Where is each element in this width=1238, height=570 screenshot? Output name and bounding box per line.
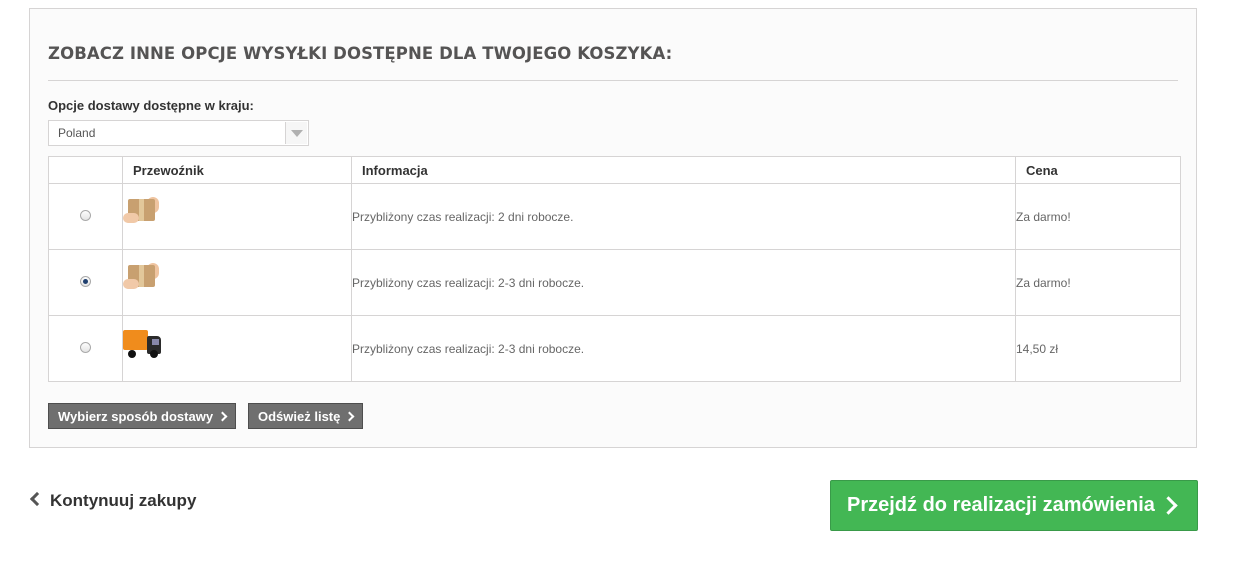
shipping-options-panel: ZOBACZ INNE OPCJE WYSYŁKI DOSTĘPNE DLA T… <box>29 8 1197 448</box>
refresh-list-button[interactable]: Odśwież listę <box>248 403 364 429</box>
carrier-radio-cell[interactable] <box>48 249 123 316</box>
header-info: Informacja <box>351 156 1016 184</box>
carrier-info: Przybliżony czas realizacji: 2 dni roboc… <box>351 183 1016 250</box>
header-carrier: Przewoźnik <box>122 156 352 184</box>
carrier-info: Przybliżony czas realizacji: 2-3 dni rob… <box>351 315 1016 382</box>
table-row[interactable]: Przybliżony czas realizacji: 2 dni roboc… <box>48 183 1181 250</box>
carrier-info: Przybliżony czas realizacji: 2-3 dni rob… <box>351 249 1016 316</box>
dropdown-toggle[interactable] <box>285 122 307 144</box>
carrier-logo-cell <box>122 315 352 382</box>
title-divider <box>48 80 1178 81</box>
carrier-radio-2[interactable] <box>80 275 91 287</box>
package-in-hands-icon <box>123 261 161 297</box>
checkout-button[interactable]: Przejdź do realizacji zamówienia <box>830 480 1198 531</box>
carrier-logo-cell <box>122 183 352 250</box>
choose-shipping-button[interactable]: Wybierz sposób dostawy <box>48 403 237 429</box>
table-row[interactable]: Przybliżony czas realizacji: 2-3 dni rob… <box>48 315 1181 382</box>
carrier-price: Za darmo! <box>1015 249 1181 316</box>
chevron-right-icon <box>344 411 355 422</box>
table-header-row: Przewoźnik Informacja Cena <box>48 156 1181 184</box>
carriers-table: Przewoźnik Informacja Cena Przybliżony c… <box>48 156 1181 382</box>
carrier-radio-cell[interactable] <box>48 183 123 250</box>
continue-shopping-link[interactable]: Kontynuuj zakupy <box>29 491 196 511</box>
header-price: Cena <box>1015 156 1181 184</box>
package-in-hands-icon <box>123 195 161 231</box>
continue-shopping-label: Kontynuuj zakupy <box>50 491 197 510</box>
shipping-options-title: ZOBACZ INNE OPCJE WYSYŁKI DOSTĘPNE DLA T… <box>48 44 673 63</box>
chevron-right-icon <box>1159 496 1178 515</box>
carrier-radio-3[interactable] <box>80 341 91 353</box>
carrier-price: Za darmo! <box>1015 183 1181 250</box>
chevron-down-icon <box>291 130 303 137</box>
chevron-right-icon <box>217 411 228 422</box>
table-row[interactable]: Przybliżony czas realizacji: 2-3 dni rob… <box>48 249 1181 316</box>
header-select <box>48 156 123 184</box>
chevron-left-icon <box>29 491 45 507</box>
carrier-radio-1[interactable] <box>80 209 91 221</box>
country-label: Opcje dostawy dostępne w kraju: <box>48 98 254 113</box>
truck-icon <box>123 328 165 362</box>
choose-shipping-label: Wybierz sposób dostawy <box>58 409 214 424</box>
country-select-value: Poland <box>58 126 96 140</box>
carrier-logo-cell <box>122 249 352 316</box>
carrier-radio-cell[interactable] <box>48 315 123 382</box>
country-select[interactable]: Poland <box>48 120 309 146</box>
refresh-list-label: Odśwież listę <box>258 409 341 424</box>
checkout-label: Przejdź do realizacji zamówienia <box>847 494 1155 516</box>
carrier-price: 14,50 zł <box>1015 315 1181 382</box>
